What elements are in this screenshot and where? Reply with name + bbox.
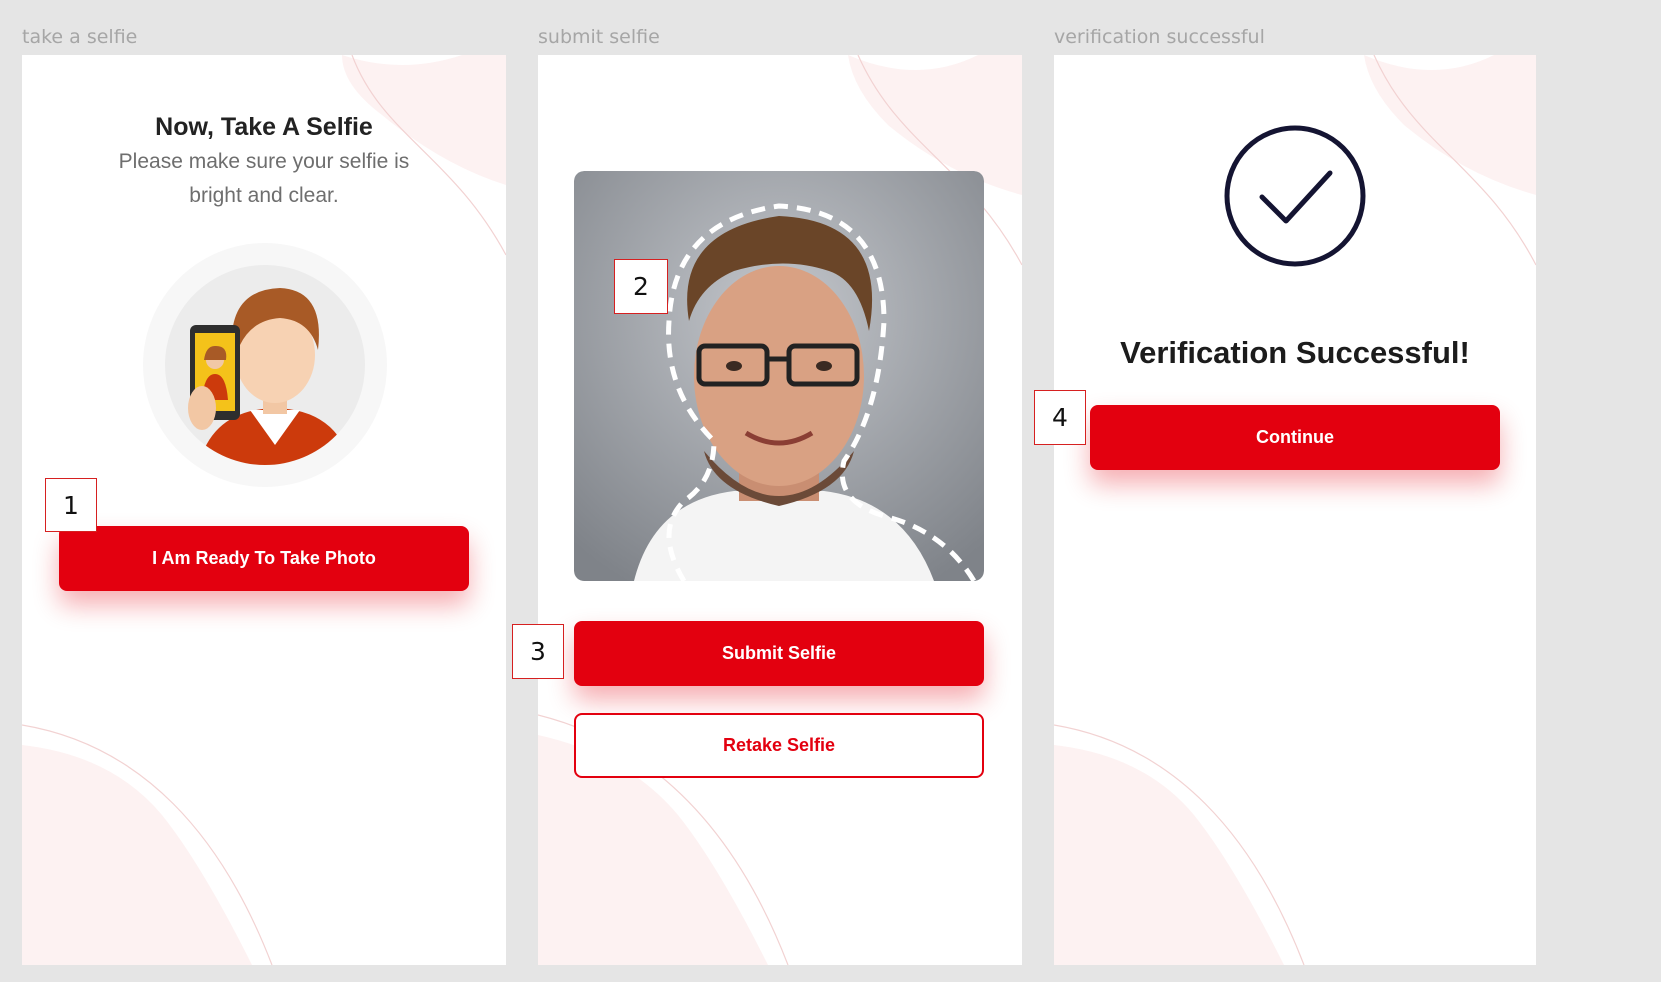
screen-submit-selfie: Submit Selfie Retake Selfie bbox=[538, 55, 1022, 965]
page-title: Now, Take A Selfie bbox=[155, 113, 373, 141]
annotation-marker-1: 1 bbox=[45, 478, 97, 532]
screen-verification-successful: Verification Successful! Continue bbox=[1054, 55, 1536, 965]
continue-button[interactable]: Continue bbox=[1090, 405, 1500, 470]
annotation-marker-4: 4 bbox=[1034, 390, 1086, 445]
annotation-marker-3: 3 bbox=[512, 624, 564, 679]
subtitle-line-2: bright and clear. bbox=[189, 184, 339, 207]
submit-selfie-button[interactable]: Submit Selfie bbox=[574, 621, 984, 686]
page-subtitle: Please make sure your selfie is bright a… bbox=[22, 145, 506, 213]
frame-label-verification-successful: verification successful bbox=[1054, 26, 1265, 48]
frame-label-take-selfie: take a selfie bbox=[22, 26, 138, 48]
selfie-photo bbox=[574, 171, 984, 581]
check-circle-icon bbox=[1224, 125, 1366, 267]
annotation-marker-2: 2 bbox=[614, 259, 668, 314]
retake-selfie-button[interactable]: Retake Selfie bbox=[574, 713, 984, 778]
selfie-person-icon bbox=[143, 243, 387, 487]
subtitle-line-1: Please make sure your selfie is bbox=[118, 150, 410, 173]
verification-title: Verification Successful! bbox=[1120, 335, 1470, 370]
ready-to-take-photo-button[interactable]: I Am Ready To Take Photo bbox=[59, 526, 469, 591]
frame-label-submit-selfie: submit selfie bbox=[538, 26, 660, 48]
